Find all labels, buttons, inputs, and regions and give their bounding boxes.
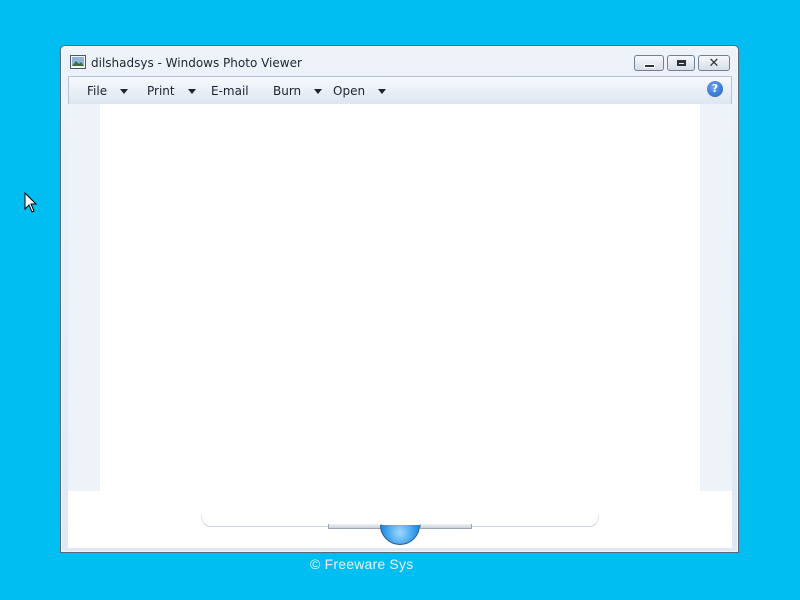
navigation-strip — [68, 491, 732, 548]
close-icon: ✕ — [708, 55, 720, 71]
help-icon[interactable]: ? — [707, 81, 723, 97]
watermark-text: © Freeware Sys — [310, 556, 414, 572]
dropdown-arrow-icon — [314, 88, 323, 94]
close-button[interactable]: ✕ — [698, 55, 730, 71]
menu-email-label: E-mail — [211, 84, 249, 98]
dropdown-arrow-icon — [378, 88, 387, 94]
window-title: dilshadsys - Windows Photo Viewer — [91, 56, 302, 70]
menu-open-label: Open — [333, 84, 366, 98]
maximize-button[interactable] — [667, 55, 695, 71]
menu-email[interactable]: E-mail — [211, 84, 249, 98]
dropdown-arrow-icon — [120, 88, 129, 94]
content-pane — [68, 104, 732, 548]
slideshow-play-icon — [380, 525, 420, 545]
maximize-icon — [676, 60, 686, 66]
slideshow-play-button[interactable] — [380, 525, 420, 545]
menu-print-label: Print — [147, 84, 175, 98]
dropdown-arrow-icon — [187, 88, 196, 94]
desktop: dilshadsys - Windows Photo Viewer ✕ File… — [0, 0, 800, 600]
mouse-cursor-icon — [24, 192, 38, 213]
photo-viewer-window: dilshadsys - Windows Photo Viewer ✕ File… — [60, 45, 739, 553]
menu-burn-label: Burn — [273, 84, 302, 98]
menu-file-label: File — [87, 84, 108, 98]
menu-print[interactable]: Print — [147, 84, 196, 98]
next-button[interactable] — [420, 524, 472, 529]
menu-file[interactable]: File — [87, 84, 129, 98]
menu-open[interactable]: Open — [333, 84, 387, 98]
minimize-icon — [643, 64, 655, 68]
title-bar[interactable]: dilshadsys - Windows Photo Viewer ✕ — [61, 46, 738, 76]
menu-burn[interactable]: Burn — [273, 84, 323, 98]
photo-viewer-icon — [70, 55, 86, 69]
image-viewer-area[interactable] — [100, 104, 700, 491]
command-bar: File Print E-mail Burn Open ? — [68, 76, 732, 104]
minimize-button[interactable] — [634, 55, 664, 71]
previous-button[interactable] — [328, 524, 382, 529]
